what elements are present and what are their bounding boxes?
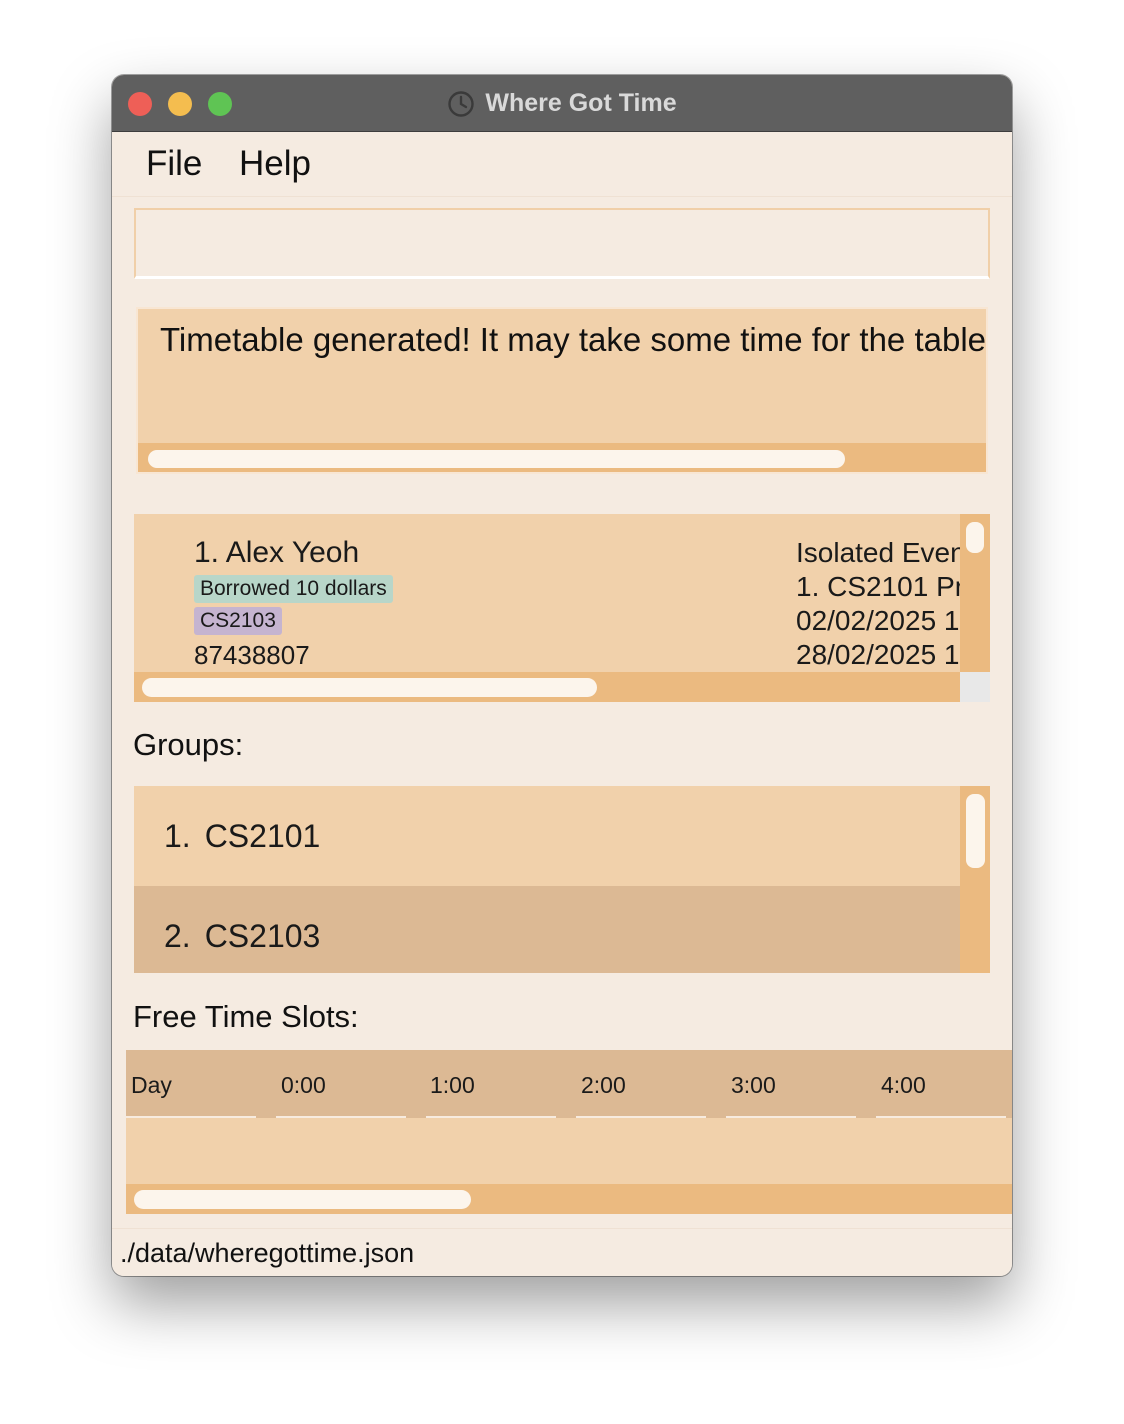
event-item: 28/02/2025 1 (796, 639, 960, 670)
free-time-slots-label: Free Time Slots: (133, 999, 359, 1034)
list-item[interactable]: 1. CS2101 (134, 786, 960, 886)
list-item[interactable]: 2. CS2103 (134, 886, 960, 973)
column-divider (426, 1116, 556, 1118)
group-index: 2. (164, 917, 191, 954)
column-divider (126, 1116, 256, 1118)
scroll-corner (960, 672, 990, 702)
column-header[interactable]: 0:00 (281, 1072, 326, 1099)
slots-hscroll-thumb[interactable] (134, 1190, 471, 1209)
event-item: 1. CS2101 Pre (796, 571, 960, 602)
event-item: 02/02/2025 1 (796, 605, 960, 636)
groups-vertical-scrollbar[interactable] (960, 786, 990, 973)
events-header: Isolated Even (796, 537, 960, 568)
person-card[interactable]: 1. Alex Yeoh Borrowed 10 dollars CS2103 … (134, 514, 990, 702)
groups-label: Groups: (133, 727, 244, 762)
group-index: 1. (164, 817, 191, 854)
column-header[interactable]: 3:00 (731, 1072, 776, 1099)
command-input[interactable] (136, 210, 988, 276)
menu-help[interactable]: Help (239, 144, 311, 184)
person-tag: Borrowed 10 dollars (194, 575, 393, 603)
column-header[interactable]: 2:00 (581, 1072, 626, 1099)
person-tag: CS2103 (194, 607, 282, 635)
menu-bar: File Help (112, 132, 1012, 197)
person-vscroll-thumb[interactable] (966, 522, 984, 553)
free-time-table: Day 0:00 1:00 2:00 3:00 4:00 (126, 1050, 1012, 1214)
menu-file[interactable]: File (146, 144, 202, 184)
result-scroll-thumb[interactable] (148, 450, 845, 468)
person-events: Isolated Even 1. CS2101 Pre 02/02/2025 1… (796, 536, 960, 672)
column-divider (726, 1116, 856, 1118)
column-divider (276, 1116, 406, 1118)
person-name: 1. Alex Yeoh (194, 536, 360, 569)
column-header[interactable]: 4:00 (881, 1072, 926, 1099)
group-name: CS2101 (204, 817, 321, 854)
column-divider (576, 1116, 706, 1118)
person-phone: 87438807 (194, 640, 310, 670)
clock-icon (448, 90, 475, 117)
column-divider (876, 1116, 1006, 1118)
title-bar[interactable]: Where Got Time (112, 75, 1012, 132)
slots-horizontal-scrollbar[interactable] (126, 1184, 1012, 1214)
column-header-day[interactable]: Day (131, 1072, 172, 1099)
app-window: Where Got Time File Help Timetable gener… (112, 75, 1012, 1276)
save-file-path: ./data/wheregottime.json (120, 1238, 415, 1268)
groups-list: 1. CS2101 2. CS2103 (134, 786, 990, 973)
person-horizontal-scrollbar[interactable] (134, 672, 960, 702)
result-text: Timetable generated! It may take some ti… (160, 321, 988, 358)
column-header[interactable]: 1:00 (430, 1072, 475, 1099)
person-vertical-scrollbar[interactable] (960, 514, 990, 672)
title-wrap: Where Got Time (112, 75, 1012, 132)
person-hscroll-thumb[interactable] (142, 678, 597, 697)
window-title: Where Got Time (485, 89, 677, 117)
command-box[interactable] (134, 208, 990, 279)
status-bar: ./data/wheregottime.json (112, 1228, 1012, 1276)
groups-vscroll-thumb[interactable] (966, 794, 985, 868)
result-display: Timetable generated! It may take some ti… (136, 307, 988, 474)
result-horizontal-scrollbar[interactable] (138, 443, 986, 472)
table-header: Day 0:00 1:00 2:00 3:00 4:00 (126, 1050, 1012, 1118)
group-name: CS2103 (204, 917, 321, 954)
